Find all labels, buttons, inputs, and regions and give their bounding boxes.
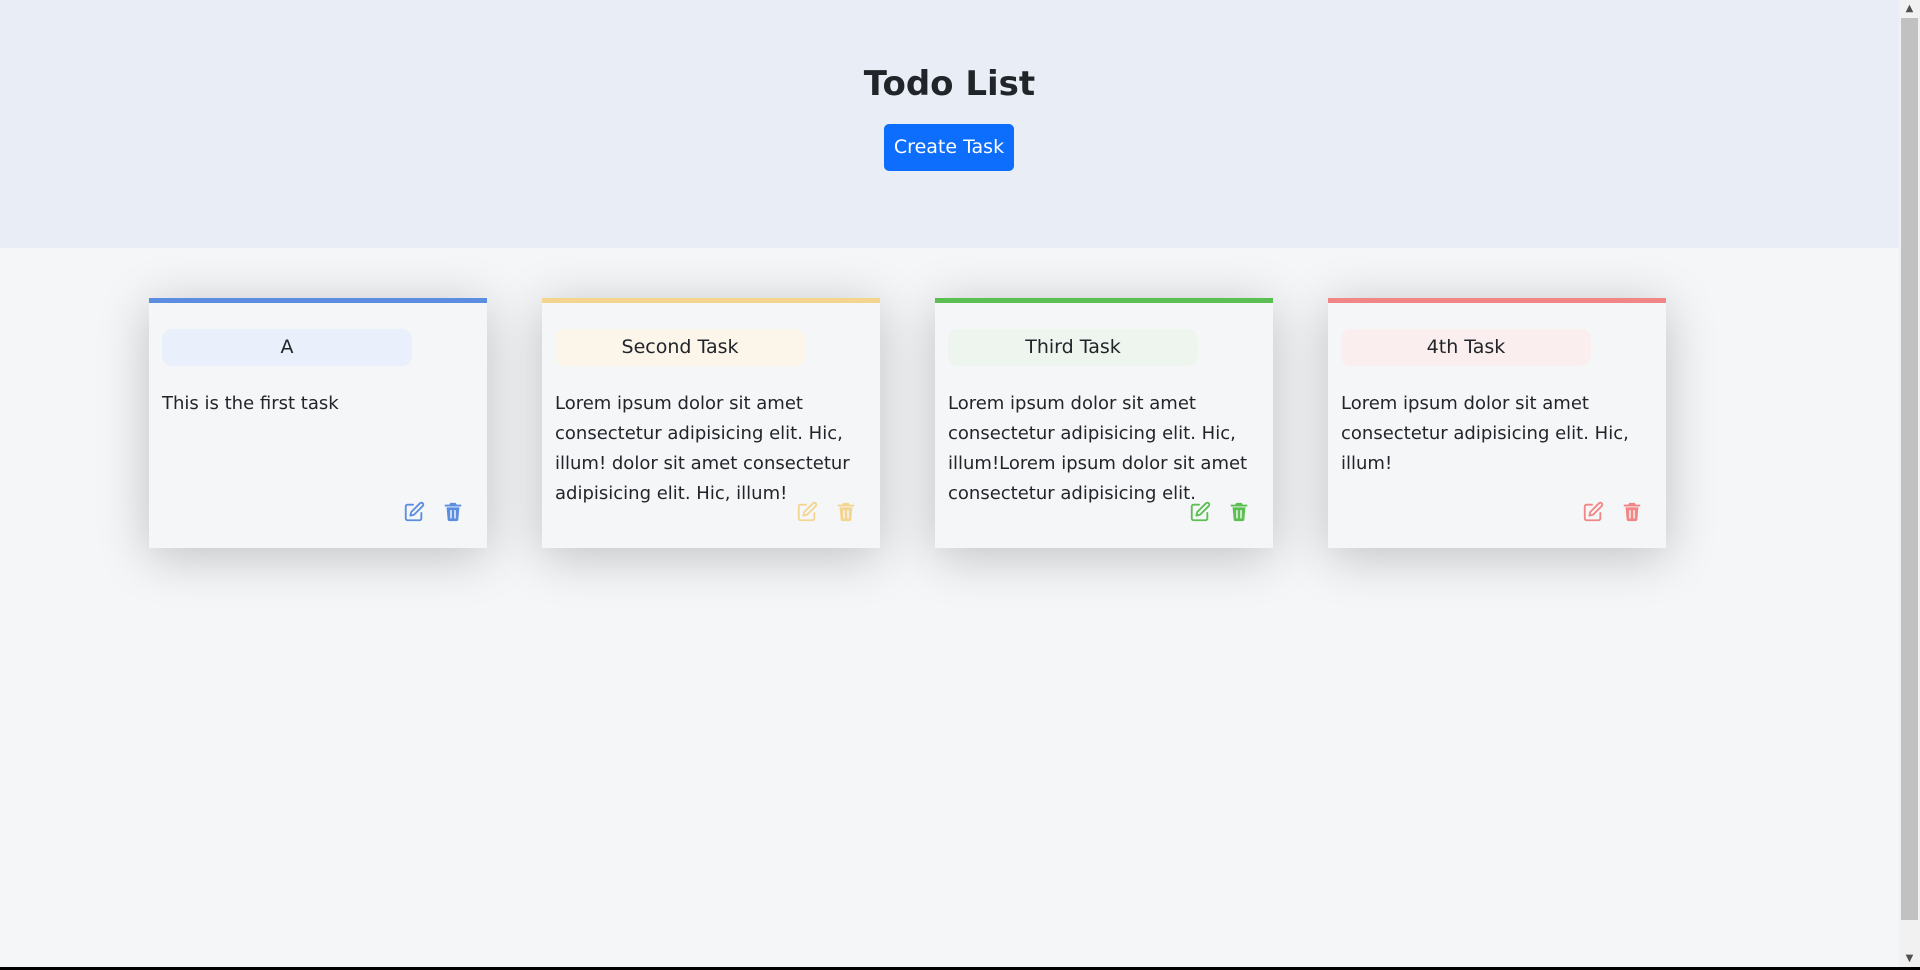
task-description: Lorem ipsum dolor sit amet consectetur a… xyxy=(948,393,1248,504)
task-card: Third Task Lorem ipsum dolor sit amet co… xyxy=(935,298,1273,548)
page-title: Todo List xyxy=(863,64,1036,104)
trash-icon[interactable] xyxy=(1620,500,1644,524)
task-title: 4th Task xyxy=(1341,329,1591,366)
edit-icon[interactable] xyxy=(402,500,426,524)
task-card: A This is the first task xyxy=(149,298,487,548)
task-actions xyxy=(1581,500,1644,524)
vertical-scrollbar[interactable]: ▲ ▼ xyxy=(1899,0,1920,967)
scrollbar-thumb[interactable] xyxy=(1901,18,1918,920)
task-card: 4th Task Lorem ipsum dolor sit amet cons… xyxy=(1328,298,1666,548)
edit-icon[interactable] xyxy=(1188,500,1212,524)
create-task-button[interactable]: Create Task xyxy=(884,124,1014,171)
task-card: Second Task Lorem ipsum dolor sit amet c… xyxy=(542,298,880,548)
edit-icon[interactable] xyxy=(795,500,819,524)
edit-icon[interactable] xyxy=(1581,500,1605,524)
trash-icon[interactable] xyxy=(1227,500,1251,524)
task-description: Lorem ipsum dolor sit amet consectetur a… xyxy=(1341,393,1629,474)
task-actions xyxy=(1188,500,1251,524)
page: Todo List Create Task A This is the firs… xyxy=(0,0,1899,967)
task-title: Second Task xyxy=(555,329,805,366)
task-actions xyxy=(795,500,858,524)
task-title: A xyxy=(162,329,412,366)
trash-icon[interactable] xyxy=(441,500,465,524)
scroll-down-icon[interactable]: ▼ xyxy=(1899,950,1920,967)
task-actions xyxy=(402,500,465,524)
scroll-up-icon[interactable]: ▲ xyxy=(1899,0,1920,17)
viewport: Todo List Create Task A This is the firs… xyxy=(0,0,1920,970)
task-description: This is the first task xyxy=(162,393,339,414)
page-header: Todo List Create Task xyxy=(0,0,1899,248)
task-description: Lorem ipsum dolor sit amet consectetur a… xyxy=(555,393,850,504)
trash-icon[interactable] xyxy=(834,500,858,524)
task-title: Third Task xyxy=(948,329,1198,366)
